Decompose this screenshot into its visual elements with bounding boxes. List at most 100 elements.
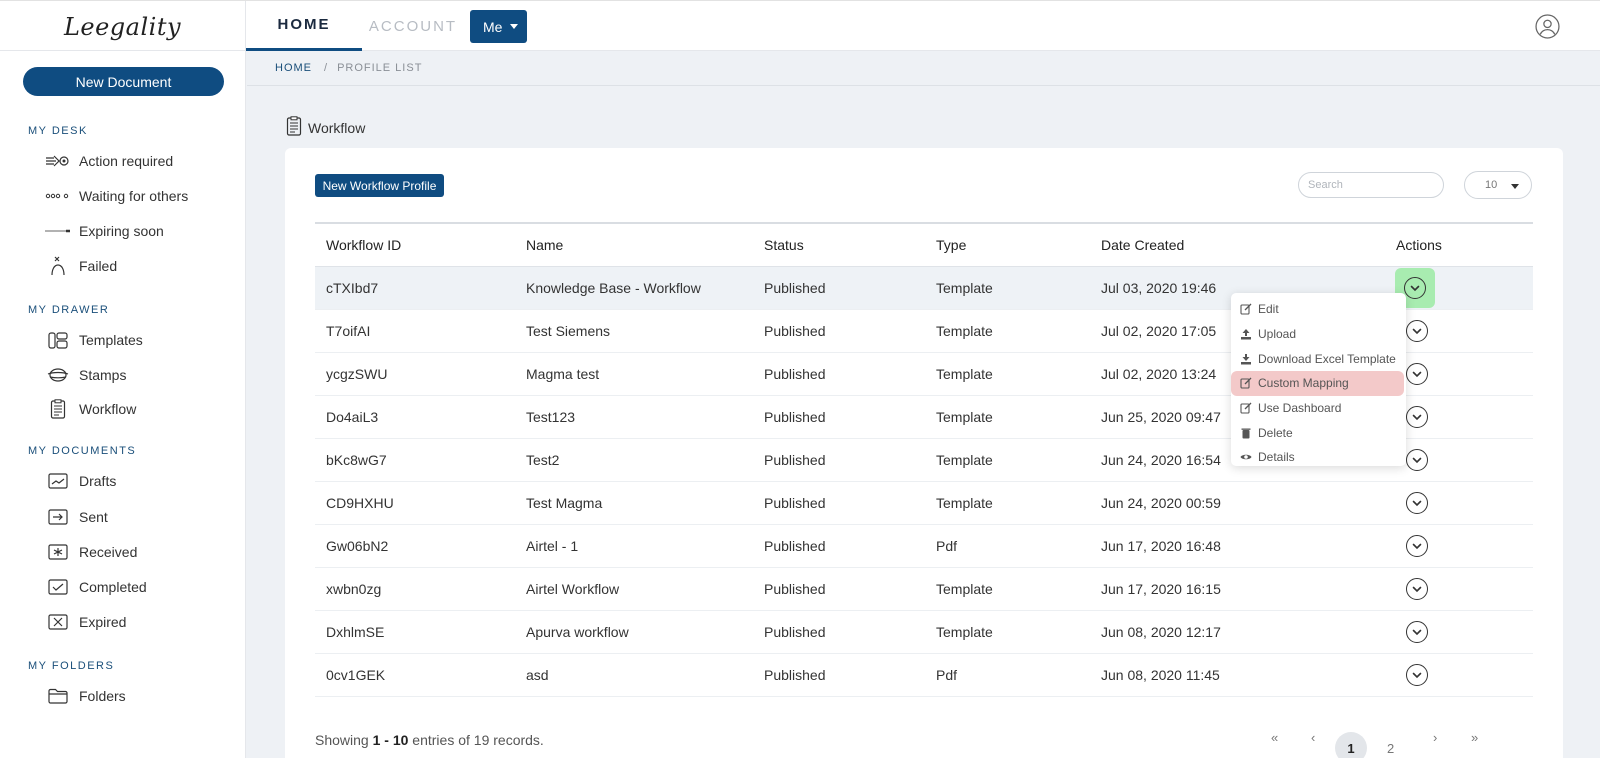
pagination-page-1[interactable]: 1 <box>1335 732 1367 758</box>
summary-prefix: Showing <box>315 732 369 748</box>
menu-item-label: Edit <box>1258 302 1279 317</box>
chevron-down-icon <box>1412 328 1422 335</box>
cell-workflow-id: bKc8wG7 <box>326 452 387 468</box>
cell-date-created: Jun 08, 2020 11:45 <box>1101 667 1220 683</box>
edit-icon <box>1240 402 1252 414</box>
cell-type: Template <box>936 409 993 425</box>
sidebar-item-drafts[interactable]: Drafts <box>45 470 116 492</box>
caret-down-icon <box>1511 184 1519 189</box>
pagination-page-2[interactable]: 2 <box>1387 732 1394 758</box>
sidebar-item-action-required[interactable]: Action required <box>45 150 173 172</box>
summary-middle: entries of <box>412 732 470 748</box>
sidebar-item-workflow[interactable]: Workflow <box>45 398 136 420</box>
section-my-desk: MY DESK <box>28 125 88 137</box>
chevron-down-icon <box>1412 672 1422 679</box>
sidebar-item-expiring-soon[interactable]: Expiring soon <box>45 220 164 242</box>
cell-workflow-id: CD9HXHU <box>326 495 394 511</box>
section-my-folders: MY FOLDERS <box>28 660 115 672</box>
menu-item-custom-mapping[interactable]: Custom Mapping <box>1231 371 1404 396</box>
cell-type: Template <box>936 280 993 296</box>
actions-dropdown-button[interactable] <box>1406 492 1428 514</box>
sidebar-item-folders[interactable]: Folders <box>45 685 126 707</box>
sidebar-item-completed[interactable]: Completed <box>45 576 147 598</box>
chevron-down-icon <box>1412 500 1422 507</box>
chevron-down-icon <box>1412 457 1422 464</box>
sidebar-item-stamps[interactable]: Stamps <box>45 364 126 386</box>
new-workflow-profile-button[interactable]: New Workflow Profile <box>315 174 444 197</box>
breadcrumb: HOME / PROFILE LIST <box>247 51 1600 86</box>
cell-date-created: Jun 17, 2020 16:15 <box>1101 581 1221 597</box>
cell-workflow-id: Do4aiL3 <box>326 409 379 425</box>
sidebar-item-label: Folders <box>79 688 126 704</box>
tab-home[interactable]: HOME <box>246 1 362 51</box>
menu-item-upload[interactable]: Upload <box>1231 322 1406 347</box>
sidebar-item-received[interactable]: Received <box>45 541 137 563</box>
actions-dropdown-button[interactable] <box>1406 320 1428 342</box>
table-row: DxhlmSE Apurva workflow Published Template J… <box>315 611 1533 654</box>
cell-name: Test123 <box>526 409 576 425</box>
cell-actions <box>1385 492 1533 514</box>
actions-dropdown-button[interactable] <box>1406 578 1428 600</box>
sidebar-item-failed[interactable]: Failed <box>45 255 117 277</box>
actions-dropdown-button[interactable] <box>1406 449 1428 471</box>
cell-type: Template <box>936 624 993 640</box>
page-size-select[interactable]: 10 <box>1464 171 1532 199</box>
cell-workflow-id: 0cv1GEK <box>326 667 386 683</box>
actions-dropdown-button[interactable] <box>1406 621 1428 643</box>
actions-toggle-wrapper <box>1396 578 1428 600</box>
summary-total: 19 <box>473 732 490 748</box>
workflow-doc-icon <box>45 399 70 419</box>
actions-dropdown-button[interactable] <box>1404 277 1426 299</box>
menu-item-label: Use Dashboard <box>1258 401 1342 416</box>
pagination-prev[interactable]: ‹ <box>1311 730 1315 745</box>
cell-actions <box>1385 268 1533 308</box>
menu-item-edit[interactable]: Edit <box>1231 297 1406 322</box>
menu-item-delete[interactable]: Delete <box>1231 420 1406 445</box>
menu-item-details[interactable]: Details <box>1231 445 1406 470</box>
cell-name: Airtel Workflow <box>526 581 620 597</box>
pagination-next[interactable]: › <box>1433 730 1437 745</box>
cell-status: Published <box>764 409 826 425</box>
new-document-button[interactable]: New Document <box>23 67 224 96</box>
actions-dropdown-button[interactable] <box>1406 406 1428 428</box>
sent-icon <box>45 507 70 527</box>
workflow-doc-icon <box>286 116 302 139</box>
sidebar-item-expired[interactable]: Expired <box>45 611 126 633</box>
sidebar-item-waiting-for-others[interactable]: Waiting for others <box>45 185 188 207</box>
sidebar-item-templates[interactable]: Templates <box>45 329 143 351</box>
table-row: Gw06bN2 Airtel - 1 Published Pdf Jun 17, 202… <box>315 525 1533 568</box>
cell-actions <box>1385 449 1533 471</box>
table-header: Workflow ID Name Status Type Date Create… <box>315 224 1533 267</box>
cell-workflow-id: ycgzSWU <box>326 366 388 382</box>
summary-suffix: records. <box>493 732 544 748</box>
page-title: Workflow <box>286 116 365 139</box>
menu-item-download-excel-template[interactable]: Download Excel Template <box>1231 346 1406 371</box>
table-row: 0cv1GEK asd Published Pdf Jun 08, 2020 11:45 <box>315 654 1533 697</box>
pagination-first[interactable]: « <box>1271 730 1278 745</box>
sidebar-item-sent[interactable]: Sent <box>45 506 108 528</box>
expired-icon <box>45 612 70 632</box>
me-label: Me <box>483 18 503 35</box>
actions-dropdown-button[interactable] <box>1406 535 1428 557</box>
brand-logo[interactable]: Leegality <box>0 1 246 52</box>
actions-dropdown-button[interactable] <box>1406 664 1428 686</box>
download-icon <box>1240 353 1252 365</box>
breadcrumb-home[interactable]: HOME <box>275 62 312 74</box>
chevron-down-icon <box>1412 371 1422 378</box>
pagination-last[interactable]: » <box>1471 730 1478 745</box>
menu-item-use-dashboard[interactable]: Use Dashboard <box>1231 396 1406 421</box>
cell-status: Published <box>764 581 826 597</box>
cell-status: Published <box>764 323 826 339</box>
cell-status: Published <box>764 495 826 511</box>
tab-account[interactable]: ACCOUNT <box>358 1 468 51</box>
edit-icon <box>1240 303 1252 315</box>
breadcrumb-separator: / <box>324 62 329 74</box>
cell-workflow-id: xwbn0zg <box>326 581 382 597</box>
actions-dropdown-button[interactable] <box>1406 363 1428 385</box>
me-dropdown-button[interactable]: Me <box>470 10 527 43</box>
search-input[interactable] <box>1298 172 1444 198</box>
actions-toggle-wrapper <box>1396 621 1428 643</box>
cell-status: Published <box>764 538 826 554</box>
menu-item-label: Details <box>1258 450 1295 465</box>
user-circle-icon[interactable] <box>1535 14 1560 39</box>
